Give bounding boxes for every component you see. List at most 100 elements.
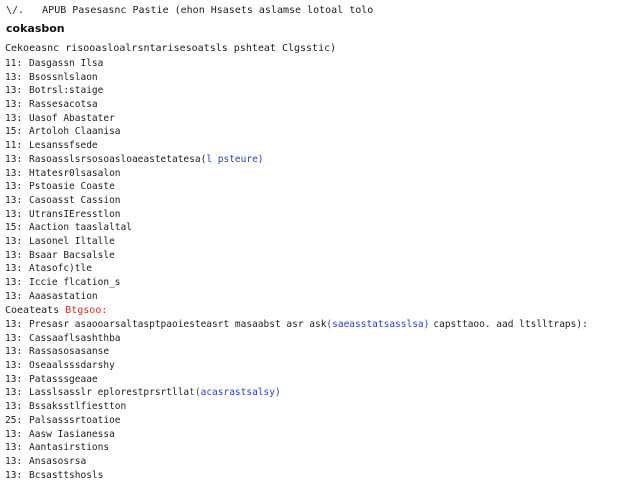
list-item: 13: Lasonel Iltalle bbox=[5, 235, 264, 249]
item-list-1: 11: Dasgassn Ilsa 13: Bsossnlslaon 13: Botrsl… bbox=[5, 57, 264, 303]
list-item-number: 13: bbox=[5, 360, 23, 372]
list-item: 13: Lasslsasslr eplorestprsrtlla t(acasras… bbox=[5, 386, 588, 400]
list-item-text: Lasonel Iltalle bbox=[29, 235, 115, 247]
list-item-text: Bssaksstlfiestton bbox=[29, 401, 127, 413]
list-item: 25: Palsasssrtoatioe bbox=[5, 414, 588, 428]
list-item: 13: Rasoasslsrsosoasloaeastetatesa(l pste… bbox=[5, 153, 264, 167]
list-item-text: Ansasosrsa bbox=[29, 455, 87, 467]
list-item: 15: Artoloh Claanisa bbox=[5, 125, 264, 139]
list-item: 13: Aaasastation bbox=[5, 290, 264, 304]
page-title: cokasbon bbox=[6, 22, 65, 35]
list-item-number: 11: bbox=[5, 140, 23, 152]
list-item-link[interactable]: l psteure) bbox=[206, 153, 263, 167]
list-item-text: Botrsl:staige bbox=[29, 85, 104, 97]
list-item-text: Patasssgeaae bbox=[29, 373, 98, 385]
list-item-number: 13: bbox=[5, 194, 23, 206]
list-item-number: 13: bbox=[5, 455, 23, 467]
list-item-text: Cassaaflsashthba bbox=[29, 332, 121, 344]
list-item: 11: Dasgassn Ilsa bbox=[5, 57, 264, 71]
list-item-text: Pstoasie Coaste bbox=[29, 181, 115, 193]
list-item-text: Artoloh Claanisa bbox=[29, 126, 121, 138]
list-item-number: 13: bbox=[5, 249, 23, 261]
list-item-text: Bsaar Bacsalsle bbox=[29, 249, 115, 261]
list-item-number: 13: bbox=[5, 332, 23, 344]
section-heading-1: Cekoeasnc risooasloalrsntarisesoatsls ps… bbox=[5, 43, 337, 54]
list-item-link[interactable]: (saeasstatsasslsa) bbox=[326, 318, 429, 332]
list-item-number: 13: bbox=[5, 181, 23, 193]
list-item: 13: Bsossnlslaon bbox=[5, 71, 264, 85]
list-item-number: 13: bbox=[5, 277, 23, 288]
list-item-text: Presasr asaooarsaltasptpaoiesteasrt masa… bbox=[29, 319, 327, 330]
list-item-number: 13: bbox=[5, 346, 23, 358]
list-item-text: Lasslsasslr eplorestprsrtlla bbox=[29, 387, 190, 399]
document-page: \/. APUB Pasesasnc Pastie (ehon Hsasets … bbox=[0, 0, 640, 480]
list-item-text: Aaction taaslaltal bbox=[29, 222, 132, 234]
list-item-number: 25: bbox=[5, 414, 23, 426]
list-item-text: Oseaalsssdarshy bbox=[29, 360, 115, 372]
list-item-number: 13: bbox=[5, 71, 23, 83]
list-item-number: 13: bbox=[5, 428, 23, 440]
item-list-2: 13: Presasr asaooarsaltasptpaoiesteasrt m… bbox=[5, 318, 588, 480]
list-item-number: 13: bbox=[5, 85, 23, 97]
list-item-text: Bsossnlslaon bbox=[29, 71, 98, 83]
list-item-number: 13: bbox=[5, 112, 23, 124]
list-item-text: Iccie flcation_s bbox=[29, 277, 121, 288]
list-item: 13: Botrsl:staige bbox=[5, 84, 264, 98]
list-item: 13: Presasr asaooarsaltasptpaoiesteasrt m… bbox=[5, 318, 588, 332]
list-item: 13: Bsaar Bacsalsle bbox=[5, 249, 264, 263]
section-heading-2: Coeateats Btgsoo: bbox=[5, 305, 107, 317]
list-item-text: Rassesacotsa bbox=[29, 99, 98, 111]
list-item: 13: Atasofc)tle bbox=[5, 262, 264, 276]
list-item-link[interactable]: t(acasrastsalsy) bbox=[189, 386, 281, 400]
list-item: 13: Rassesacotsa bbox=[5, 98, 264, 112]
list-item-number: 13: bbox=[5, 153, 23, 165]
list-item-text: Aaasastation bbox=[29, 290, 98, 302]
list-item-text: Dasgassn Ilsa bbox=[29, 58, 104, 69]
list-item-number: 13: bbox=[5, 235, 23, 247]
list-item: 13: Cassaaflsashthba bbox=[5, 332, 588, 346]
list-item-number: 13: bbox=[5, 401, 23, 413]
list-item: 13: Uasof Abastater bbox=[5, 112, 264, 126]
list-item-text: Bcsasttshosls bbox=[29, 469, 104, 480]
list-item-text: Atasofc)tle bbox=[29, 263, 92, 275]
list-item-text: Aasw Iasianessa bbox=[29, 428, 115, 440]
list-item: 13: Oseaalsssdarshy bbox=[5, 359, 588, 373]
list-item-number: 13: bbox=[5, 290, 23, 302]
list-item-text: Casoasst Cassion bbox=[29, 194, 121, 206]
list-item: 13: Iccie flcation_s bbox=[5, 276, 264, 290]
list-item-number: 13: bbox=[5, 469, 23, 480]
list-item: 13: Ansasosrsa bbox=[5, 455, 588, 469]
list-item: 11: Lesanssfsede bbox=[5, 139, 264, 153]
section-heading-2-text: Coeateats bbox=[5, 305, 60, 316]
list-item-text: UtransIEresstlon bbox=[29, 208, 121, 220]
list-item-number: 13: bbox=[5, 319, 23, 330]
list-item: 13: Casoasst Cassion bbox=[5, 194, 264, 208]
list-item: 13: Bcsasttshosls bbox=[5, 469, 588, 480]
list-item-number: 13: bbox=[5, 167, 23, 179]
list-item-number: 13: bbox=[5, 387, 23, 399]
list-item-tail: capsttaoo. aad ltslltraps): bbox=[433, 319, 588, 330]
list-item-text: Rassasosasanse bbox=[29, 346, 110, 358]
header-line: \/. APUB Pasesasnc Pastie (ehon Hsasets … bbox=[6, 5, 373, 17]
list-item-text: Uasof Abastater bbox=[29, 112, 115, 124]
list-item-text: Lesanssfsede bbox=[29, 140, 98, 152]
list-item: 13: Rassasosasanse bbox=[5, 345, 588, 359]
list-item-number: 15: bbox=[5, 222, 23, 234]
list-item: 15: Aaction taaslaltal bbox=[5, 221, 264, 235]
list-item: 13: UtransIEresstlon bbox=[5, 208, 264, 222]
list-item: 13: Patasssgeaae bbox=[5, 373, 588, 387]
list-item: 13: Pstoasie Coaste bbox=[5, 180, 264, 194]
list-item-text: Palsasssrtoatioe bbox=[29, 414, 121, 426]
list-item: 13: Htatesr0lsasalon bbox=[5, 167, 264, 181]
list-item-number: 15: bbox=[5, 126, 23, 138]
list-item-number: 13: bbox=[5, 99, 23, 111]
section-heading-2-warning: Btgsoo: bbox=[65, 305, 108, 316]
list-item-number: 13: bbox=[5, 373, 23, 385]
list-item: 13: Aasw Iasianessa bbox=[5, 428, 588, 442]
list-item-number: 13: bbox=[5, 208, 23, 220]
list-item: 13: Aantasirstions bbox=[5, 441, 588, 455]
list-item-text: Htatesr0lsasalon bbox=[29, 167, 121, 179]
list-item-text: Rasoasslsrsosoasloaeastetatesa( bbox=[29, 153, 207, 165]
list-item-number: 13: bbox=[5, 442, 23, 454]
list-item-number: 11: bbox=[5, 58, 23, 69]
